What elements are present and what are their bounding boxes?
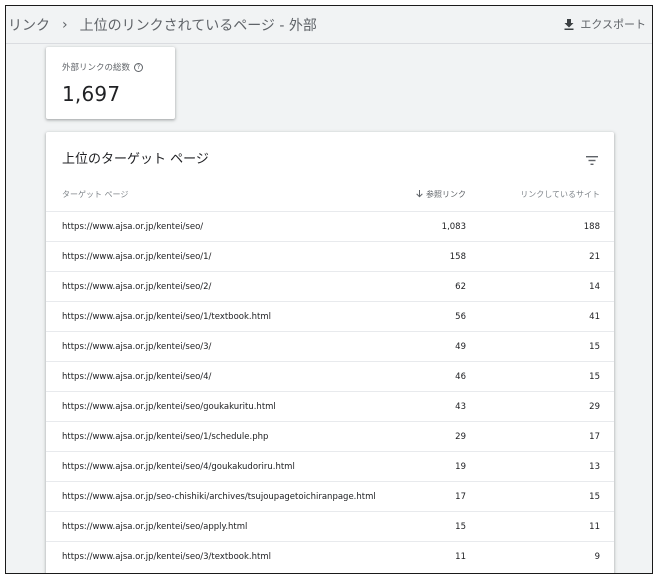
top-bar: リンク › 上位のリンクされているページ - 外部 エクスポート <box>6 6 652 44</box>
table-row[interactable]: https://www.ajsa.or.jp/kentei/seo/apply.… <box>46 511 614 541</box>
filter-icon[interactable] <box>586 150 598 169</box>
table-row[interactable]: https://www.ajsa.or.jp/kentei/seo/3/49 15 <box>46 331 614 361</box>
referring-links-cell: 1,083 <box>441 222 466 232</box>
linking-sites-cell: 11 <box>589 522 600 532</box>
target-page-cell: https://www.ajsa.or.jp/kentei/seo/1/text… <box>62 312 271 322</box>
app-frame: リンク › 上位のリンクされているページ - 外部 エクスポート 外部リンクの総… <box>5 5 653 574</box>
linking-sites-cell: 41 <box>589 312 600 322</box>
column-header-referring-links-label: 参照リンク <box>426 190 466 199</box>
target-page-cell: https://www.ajsa.or.jp/kentei/seo/3/text… <box>62 552 271 562</box>
referring-links-cell: 19 <box>455 462 466 472</box>
help-icon[interactable]: ? <box>134 62 144 72</box>
referring-links-cell: 17 <box>455 492 466 502</box>
arrow-down-icon <box>416 189 423 200</box>
metric-label: 外部リンクの総数 <box>62 63 131 73</box>
linking-sites-cell: 9 <box>594 552 600 562</box>
table-header: ターゲット ページ 参照リンク リンクしているサイト <box>46 179 614 211</box>
metric-label-row: 外部リンクの総数 ? <box>62 61 175 73</box>
metric-value: 1,697 <box>62 82 121 106</box>
linking-sites-cell: 15 <box>589 492 600 502</box>
referring-links-cell: 158 <box>449 252 466 262</box>
table-row[interactable]: https://www.ajsa.or.jp/kentei/seo/1/text… <box>46 301 614 331</box>
linking-sites-cell: 15 <box>589 372 600 382</box>
total-external-links-card: 外部リンクの総数 ? 1,697 <box>46 47 175 119</box>
table-row[interactable]: https://www.ajsa.or.jp/kentei/seo/1/sche… <box>46 421 614 451</box>
target-page-cell: https://www.ajsa.or.jp/seo-chishiki/arch… <box>62 492 376 502</box>
top-target-pages-card: 上位のターゲット ページ ターゲット ページ 参照リンク リンクしているサイト … <box>46 132 614 573</box>
referring-links-cell: 15 <box>455 522 466 532</box>
target-page-cell: https://www.ajsa.or.jp/kentei/seo/4/ <box>62 372 212 382</box>
export-label: エクスポート <box>580 18 646 31</box>
breadcrumb: リンク › 上位のリンクされているページ - 外部 <box>8 15 317 35</box>
target-page-cell: https://www.ajsa.or.jp/kentei/seo/apply.… <box>62 522 248 532</box>
target-page-cell: https://www.ajsa.or.jp/kentei/seo/ <box>62 222 204 232</box>
linking-sites-cell: 29 <box>589 402 600 412</box>
column-header-referring-links[interactable]: 参照リンク <box>416 189 466 200</box>
breadcrumb-separator: › <box>62 16 68 33</box>
referring-links-cell: 46 <box>455 372 466 382</box>
card-title: 上位のターゲット ページ <box>62 152 209 167</box>
linking-sites-cell: 188 <box>583 222 600 232</box>
target-page-cell: https://www.ajsa.or.jp/kentei/seo/4/gouk… <box>62 462 295 472</box>
column-header-linking-sites[interactable]: リンクしているサイト <box>520 189 600 200</box>
linking-sites-cell: 21 <box>589 252 600 262</box>
table-row[interactable]: https://www.ajsa.or.jp/kentei/seo/4/46 15 <box>46 361 614 391</box>
target-page-cell: https://www.ajsa.or.jp/kentei/seo/goukak… <box>62 402 276 412</box>
target-page-cell: https://www.ajsa.or.jp/kentei/seo/2/ <box>62 282 212 292</box>
export-button[interactable]: エクスポート <box>564 16 646 32</box>
referring-links-cell: 11 <box>455 552 466 562</box>
linking-sites-cell: 15 <box>589 342 600 352</box>
table-row[interactable]: https://www.ajsa.or.jp/kentei/seo/1,083 1… <box>46 211 614 241</box>
target-page-cell: https://www.ajsa.or.jp/kentei/seo/3/ <box>62 342 212 352</box>
linking-sites-cell: 14 <box>589 282 600 292</box>
breadcrumb-links[interactable]: リンク <box>8 15 50 35</box>
target-page-cell: https://www.ajsa.or.jp/kentei/seo/1/sche… <box>62 432 269 442</box>
referring-links-cell: 56 <box>455 312 466 322</box>
table-row[interactable]: https://www.ajsa.or.jp/kentei/seo/2/62 14 <box>46 271 614 301</box>
page-title: 上位のリンクされているページ - 外部 <box>79 17 317 34</box>
column-header-target-page[interactable]: ターゲット ページ <box>62 189 128 200</box>
referring-links-cell: 43 <box>455 402 466 412</box>
table-body: https://www.ajsa.or.jp/kentei/seo/1,083 1… <box>46 211 614 571</box>
table-row[interactable]: https://www.ajsa.or.jp/kentei/seo/3/text… <box>46 541 614 571</box>
referring-links-cell: 49 <box>455 342 466 352</box>
table-row[interactable]: https://www.ajsa.or.jp/kentei/seo/4/gouk… <box>46 451 614 481</box>
table-row[interactable]: https://www.ajsa.or.jp/kentei/seo/goukak… <box>46 391 614 421</box>
linking-sites-cell: 13 <box>589 462 600 472</box>
download-icon <box>564 18 574 30</box>
referring-links-cell: 62 <box>455 282 466 292</box>
table-row[interactable]: https://www.ajsa.or.jp/kentei/seo/1/158 2… <box>46 241 614 271</box>
referring-links-cell: 29 <box>455 432 466 442</box>
table-row[interactable]: https://www.ajsa.or.jp/seo-chishiki/arch… <box>46 481 614 511</box>
linking-sites-cell: 17 <box>589 432 600 442</box>
target-page-cell: https://www.ajsa.or.jp/kentei/seo/1/ <box>62 252 212 262</box>
